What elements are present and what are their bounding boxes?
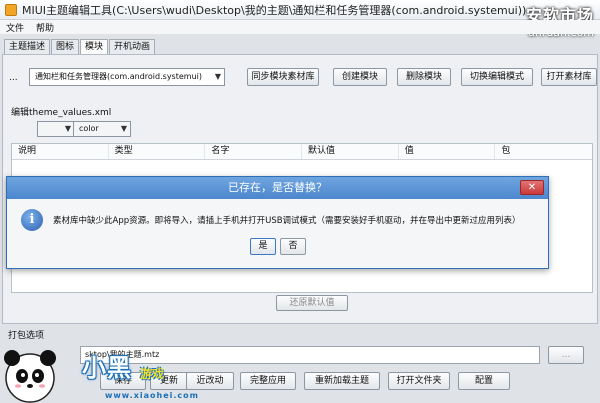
tab-bar: 主题描述 图标 模块 开机动画 — [4, 39, 156, 54]
yes-button[interactable]: 是 — [250, 238, 276, 255]
logo-url: www.xiaohei.com — [105, 391, 199, 400]
chevron-down-icon: ▼ — [120, 124, 127, 133]
tab-theme-description[interactable]: 主题描述 — [4, 39, 51, 54]
col-package[interactable]: 包 — [495, 144, 592, 159]
tab-modules[interactable]: 模块 — [80, 39, 109, 54]
sync-library-button[interactable]: 同步模块素材库 — [247, 68, 319, 86]
dialog-title: 已存在，是否替换？ — [228, 181, 327, 194]
tab-icons[interactable]: 图标 — [51, 39, 80, 54]
pack-path-input[interactable]: sktop\我的主题.mtz — [80, 346, 540, 364]
col-value[interactable]: 值 — [399, 144, 496, 159]
menu-bar: 文件 帮助 — [0, 20, 600, 34]
menu-help[interactable]: 帮助 — [36, 21, 54, 34]
browse-button[interactable]: ... — [548, 346, 584, 364]
col-name[interactable]: 名字 — [205, 144, 303, 159]
info-icon: i — [21, 209, 43, 231]
close-icon[interactable]: ✕ — [520, 180, 544, 195]
delete-module-button[interactable]: 删除模块 — [397, 68, 451, 86]
kind-select-value: color — [79, 124, 99, 133]
reset-default-button[interactable]: 还原默认值 — [276, 295, 348, 311]
open-material-library-button[interactable]: 打开素材库 — [541, 68, 597, 86]
window-title: MIUI主题编辑工具(C:\Users\wudi\Desktop\我的主题\通知… — [22, 3, 527, 17]
chevron-down-icon: ▼ — [214, 72, 221, 81]
app-icon — [5, 3, 17, 16]
col-type[interactable]: 类型 — [109, 144, 206, 159]
more-dots[interactable]: ... — [9, 73, 18, 83]
module-toolbar: ... 通知栏和任务管理器(com.android.systemui) ▼ 同步… — [3, 65, 599, 89]
type-select[interactable]: ▼ — [37, 121, 75, 137]
editor-label: 编辑theme_values.xml — [11, 108, 112, 118]
create-module-button[interactable]: 创建模块 — [333, 68, 387, 86]
recent-changes-button[interactable]: 近改动 — [186, 372, 234, 390]
col-default[interactable]: 默认值 — [302, 144, 399, 159]
module-select-value: 通知栏和任务管理器(com.android.systemui) — [35, 72, 202, 81]
menu-file[interactable]: 文件 — [6, 21, 24, 34]
logo-main: 小黑 — [82, 354, 132, 382]
dialog-message: 素材库中缺少此App资源。即将导入，请插上手机并打开USB调试模式（需要安装好手… — [53, 216, 521, 226]
open-folder-button[interactable]: 打开文件夹 — [388, 372, 450, 390]
title-bar: MIUI主题编辑工具(C:\Users\wudi\Desktop\我的主题\通知… — [0, 0, 600, 20]
config-button[interactable]: 配置 — [458, 372, 510, 390]
logo-sub: 游戏 — [140, 367, 165, 381]
replace-confirm-dialog: 已存在，是否替换？ ✕ i 素材库中缺少此App资源。即将导入，请插上手机并打开… — [6, 176, 549, 269]
full-apply-button[interactable]: 完整应用 — [240, 372, 296, 390]
module-select[interactable]: 通知栏和任务管理器(com.android.systemui) ▼ — [29, 68, 225, 86]
switch-edit-mode-button[interactable]: 切换编辑模式 — [461, 68, 533, 86]
no-button[interactable]: 否 — [280, 238, 306, 255]
table-header: 说明 类型 名字 默认值 值 包 — [12, 144, 592, 160]
col-description[interactable]: 说明 — [12, 144, 109, 159]
dialog-title-bar: 已存在，是否替换？ ✕ — [7, 177, 548, 199]
reload-theme-button[interactable]: 重新加载主题 — [304, 372, 380, 390]
chevron-down-icon: ▼ — [64, 124, 71, 133]
tab-boot-animation[interactable]: 开机动画 — [109, 39, 156, 54]
kind-select[interactable]: color ▼ — [73, 121, 131, 137]
